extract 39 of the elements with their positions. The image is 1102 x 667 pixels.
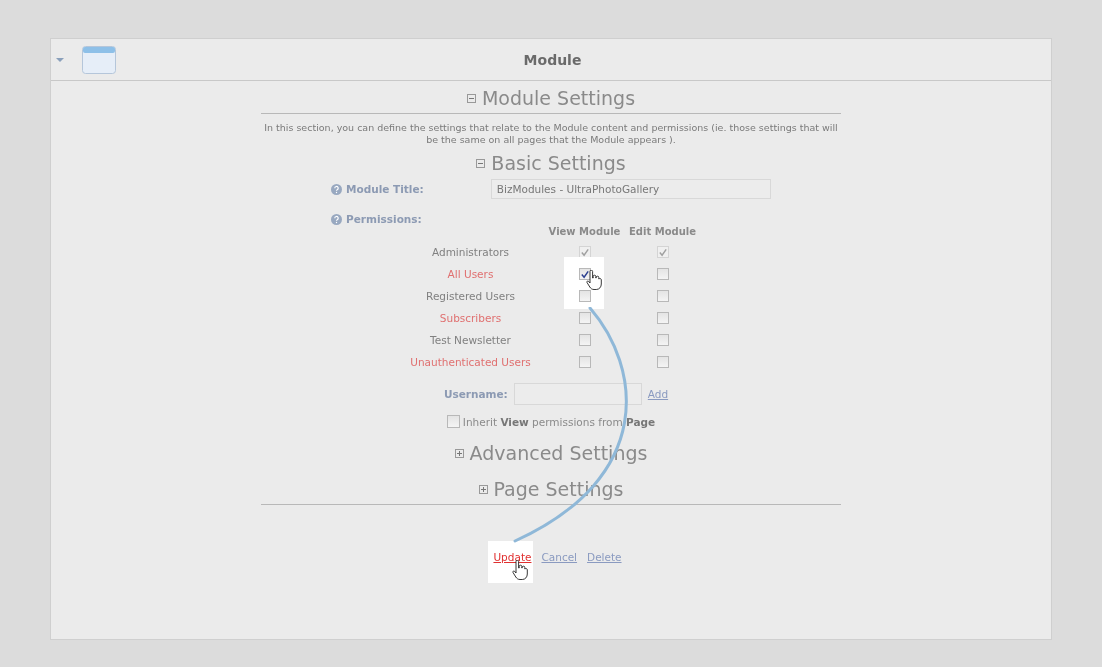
column-header: Edit Module bbox=[628, 225, 697, 239]
section-description: In this section, you can define the settings that relate to the Module content and permissions (ie. those settings that will be the same on all pages that the Module appears ). bbox=[263, 122, 839, 146]
expand-icon[interactable] bbox=[454, 448, 464, 458]
checkbox[interactable] bbox=[578, 356, 591, 368]
checkbox-label: Inherit View permissions from Page bbox=[462, 415, 656, 428]
panel-title: Module bbox=[522, 51, 583, 68]
section-title: Basic Settings bbox=[491, 152, 626, 174]
field-label: Username: bbox=[443, 388, 508, 400]
role-name: Unauthenticated Users bbox=[409, 355, 532, 370]
caret-icon[interactable] bbox=[56, 56, 64, 63]
checkbox[interactable] bbox=[578, 334, 591, 346]
help-icon[interactable] bbox=[331, 213, 342, 225]
role-name: Subscribers bbox=[438, 311, 503, 326]
checkbox[interactable] bbox=[656, 312, 669, 324]
section-title: Module Settings bbox=[481, 87, 636, 109]
role-name: Administrators bbox=[430, 245, 511, 260]
action-link[interactable]: Cancel bbox=[541, 551, 578, 563]
role-name: Test Newsletter bbox=[429, 333, 512, 348]
module-title-input[interactable]: BizModules - UltraPhotoGallery bbox=[490, 179, 771, 199]
checkbox[interactable] bbox=[578, 312, 591, 324]
field-label: Module Title: bbox=[346, 183, 424, 195]
action-link[interactable]: Delete bbox=[587, 551, 622, 563]
help-icon[interactable] bbox=[331, 183, 342, 195]
checkbox[interactable] bbox=[656, 290, 669, 302]
column-header: View Module bbox=[547, 225, 622, 239]
collapse-icon[interactable] bbox=[466, 93, 476, 103]
hand-cursor-icon bbox=[585, 270, 602, 290]
add-link[interactable]: Add bbox=[647, 388, 669, 400]
expand-icon[interactable] bbox=[478, 484, 488, 494]
checkbox[interactable] bbox=[656, 356, 669, 368]
checkbox[interactable] bbox=[656, 268, 669, 280]
window-icon bbox=[82, 45, 116, 74]
username-input[interactable] bbox=[513, 383, 642, 405]
role-name: Registered Users bbox=[425, 289, 516, 304]
role-name: All Users bbox=[446, 267, 495, 282]
checkbox[interactable] bbox=[446, 415, 460, 428]
checkbox[interactable] bbox=[656, 334, 669, 346]
field-label: Permissions: bbox=[346, 213, 422, 225]
collapse-icon[interactable] bbox=[476, 158, 486, 168]
